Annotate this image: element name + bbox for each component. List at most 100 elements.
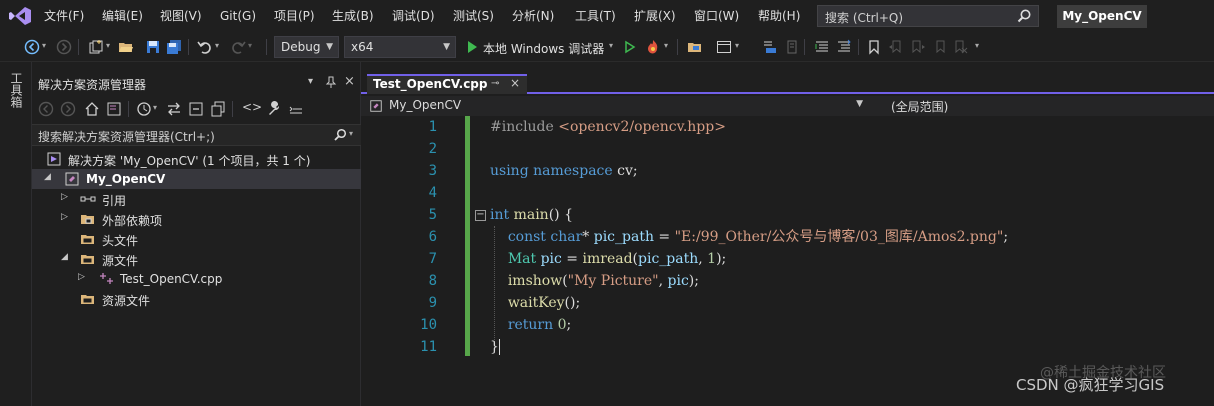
close-tab-icon[interactable]: ×	[510, 76, 520, 90]
switch-views-icon[interactable]	[106, 101, 122, 117]
start-without-debugging-icon[interactable]	[622, 39, 638, 55]
navigate-back-icon[interactable]	[24, 39, 40, 55]
code-text: return 0;	[507, 317, 572, 333]
menu-tools[interactable]: 工具(T)	[575, 7, 616, 25]
tree-item-project[interactable]: ◢ My_OpenCV	[32, 169, 361, 189]
tree-collapsed-icon[interactable]: ▷	[78, 272, 85, 282]
pending-changes-filter-icon[interactable]	[136, 101, 152, 117]
sync-with-active-document-icon[interactable]	[166, 101, 182, 117]
menu-help[interactable]: 帮助(H)	[758, 7, 800, 25]
undo-dropdown-icon[interactable]: ▾	[215, 41, 219, 50]
hot-reload-icon[interactable]	[645, 39, 661, 55]
window-layout-icon[interactable]	[716, 39, 732, 55]
bookmark-icon[interactable]	[866, 39, 882, 55]
tree-item-external-dependencies[interactable]: ▷ 外部依赖项	[32, 209, 361, 229]
close-icon[interactable]: ×	[344, 74, 355, 89]
new-project-dropdown-icon[interactable]: ▾	[106, 41, 110, 50]
tab-test-opencv-cpp[interactable]: Test_OpenCV.cpp ⊸ ×	[367, 74, 527, 94]
solution-explorer-search[interactable]: 搜索解决方案资源管理器(Ctrl+;) ▾	[32, 124, 361, 146]
menu-file[interactable]: 文件(F)	[44, 7, 84, 25]
solution-platform-select[interactable]: x64 ▼	[344, 36, 456, 58]
menu-view[interactable]: 视图(V)	[160, 7, 202, 25]
folder-icon	[81, 235, 94, 244]
tree-expanded-icon[interactable]: ◢	[44, 172, 51, 182]
menu-project[interactable]: 项目(P)	[274, 7, 315, 25]
pin-icon[interactable]	[324, 75, 338, 89]
forward-icon[interactable]	[60, 101, 76, 117]
show-all-files-icon[interactable]	[210, 101, 226, 117]
next-bookmark-icon[interactable]	[910, 39, 926, 55]
view-code-icon[interactable]: <>	[242, 100, 262, 114]
hot-reload-dropdown-icon[interactable]: ▾	[664, 41, 668, 50]
search-options-dropdown-icon[interactable]: ▾	[349, 129, 353, 138]
menu-extensions[interactable]: 扩展(X)	[634, 7, 676, 25]
clear-bookmarks-icon[interactable]	[952, 39, 968, 55]
document-tab-strip: Test_OpenCV.cpp ⊸ ×	[361, 62, 1214, 94]
properties-wrench-icon[interactable]	[266, 101, 282, 117]
undo-icon[interactable]	[197, 39, 213, 55]
debug-target-dropdown-icon[interactable]: ▾	[609, 41, 613, 50]
menu-window[interactable]: 窗口(W)	[694, 7, 739, 25]
tree-item-label: Test_OpenCV.cpp	[120, 272, 223, 286]
external-deps-icon	[81, 215, 94, 224]
tree-item-label: 解决方案 'My_OpenCV' (1 个项目，共 1 个)	[68, 154, 311, 168]
start-debugging-button[interactable]: 本地 Windows 调试器	[483, 40, 604, 57]
start-debugging-icon[interactable]	[464, 39, 480, 55]
redo-icon[interactable]	[230, 39, 246, 55]
tree-expanded-icon[interactable]: ◢	[61, 252, 68, 262]
new-project-icon[interactable]	[88, 39, 104, 55]
member-scope-dropdown[interactable]: (全局范围)	[873, 97, 1214, 115]
tree-collapsed-icon[interactable]: ▷	[61, 192, 68, 202]
collapse-all-icon[interactable]	[188, 101, 204, 117]
step-over-icon[interactable]	[784, 39, 800, 55]
line-number: 1	[428, 119, 437, 135]
tree-item-cpp-file[interactable]: ▷ Test_OpenCV.cpp	[32, 269, 361, 289]
uncomment-lines-icon[interactable]	[836, 39, 852, 55]
line-number: 8	[428, 273, 437, 289]
menu-edit[interactable]: 编辑(E)	[102, 7, 143, 25]
open-file-icon[interactable]	[118, 39, 134, 55]
folder-icon	[81, 295, 94, 304]
menu-build[interactable]: 生成(B)	[332, 7, 374, 25]
menu-debug[interactable]: 调试(D)	[392, 7, 435, 25]
tree-item-solution[interactable]: 解决方案 'My_OpenCV' (1 个项目，共 1 个)	[32, 149, 361, 169]
visual-studio-logo-icon[interactable]	[8, 6, 32, 26]
previous-bookmark-in-folder-icon[interactable]	[932, 39, 948, 55]
project-scope-dropdown[interactable]: My_OpenCV ▼	[367, 97, 867, 115]
navigate-back-dropdown-icon[interactable]: ▾	[42, 41, 46, 50]
menu-analyze[interactable]: 分析(N)	[512, 7, 554, 25]
global-search-box[interactable]: 搜索 (Ctrl+Q)	[817, 5, 1039, 27]
tree-item-source-files[interactable]: ◢ 源文件	[32, 249, 361, 269]
project-icon	[370, 100, 382, 112]
toolbox-tab[interactable]: 工具箱	[9, 72, 23, 108]
browse-folder-icon[interactable]	[687, 39, 703, 55]
pin-tab-icon[interactable]: ⊸	[491, 78, 499, 89]
line-number: 7	[428, 251, 437, 267]
search-icon[interactable]	[333, 128, 347, 142]
menu-test[interactable]: 测试(S)	[453, 7, 494, 25]
code-text: Mat pic = imread(pic_path, 1);	[507, 251, 727, 267]
navigation-bar: My_OpenCV ▼ (全局范围)	[361, 96, 1214, 116]
filter-dropdown-icon[interactable]: ▾	[153, 103, 157, 112]
tree-collapsed-icon[interactable]: ▷	[61, 212, 68, 222]
window-layout-dropdown-icon[interactable]: ▾	[735, 41, 739, 50]
panel-menu-dropdown-icon[interactable]: ▾	[308, 76, 313, 87]
menu-git[interactable]: Git(G)	[220, 7, 256, 25]
comment-lines-icon[interactable]	[814, 39, 830, 55]
code-text: imshow("My Picture", pic);	[507, 273, 699, 289]
toolbar-options-dropdown-icon[interactable]: ▾	[975, 41, 979, 50]
tree-item-header-files[interactable]: 头文件	[32, 229, 361, 249]
preview-selected-items-icon[interactable]	[288, 101, 304, 117]
save-icon[interactable]	[145, 39, 161, 55]
tree-item-label: 头文件	[102, 234, 139, 248]
step-into-icon[interactable]	[762, 39, 778, 55]
tree-item-resource-files[interactable]: 资源文件	[32, 289, 361, 309]
redo-dropdown-icon[interactable]: ▾	[248, 41, 252, 50]
tree-item-references[interactable]: ▷ 引用	[32, 189, 361, 209]
solution-configuration-select[interactable]: Debug ▼	[274, 36, 339, 58]
save-all-icon[interactable]	[166, 39, 182, 55]
previous-bookmark-icon[interactable]	[888, 39, 904, 55]
back-icon[interactable]	[38, 101, 54, 117]
navigate-forward-icon[interactable]	[56, 39, 72, 55]
home-icon[interactable]	[84, 101, 100, 117]
